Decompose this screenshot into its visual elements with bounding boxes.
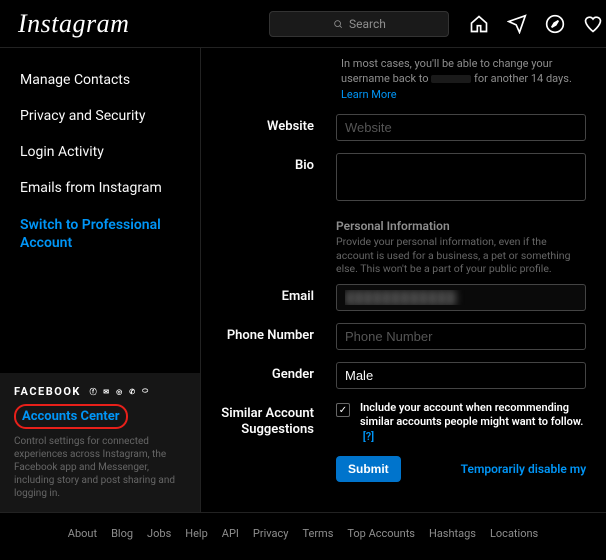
footer-blog[interactable]: Blog [111,527,133,540]
label-gender: Gender [211,362,336,382]
facebook-title-text: FACEBOOK [14,385,81,398]
personal-info-desc: Provide your personal information, even … [336,235,586,276]
footer-terms[interactable]: Terms [302,527,333,540]
submit-button[interactable]: Submit [336,456,401,482]
top-header: Instagram Search [0,0,606,48]
facebook-title: FACEBOOK ⓕ ✉ ◎ ✆ ⬭ [14,385,186,398]
label-email: Email [211,284,336,304]
search-placeholder: Search [349,17,386,31]
similar-check-label: Include your account when recommending s… [360,401,586,444]
messages-icon[interactable] [507,14,527,34]
facebook-box: FACEBOOK ⓕ ✉ ◎ ✆ ⬭ Accounts Center Contr… [0,373,200,512]
similar-help-link[interactable]: [?] [363,430,374,443]
sidebar-item-login-activity[interactable]: Login Activity [20,134,200,170]
accounts-center-link[interactable]: Accounts Center [14,404,128,429]
footer-locations[interactable]: Locations [490,527,538,540]
footer-links: About Blog Jobs Help API Privacy Terms T… [0,512,606,554]
explore-icon[interactable] [545,14,565,34]
similar-text: Include your account when recommending s… [360,401,583,428]
footer-api[interactable]: API [222,527,239,540]
personal-info-title: Personal Information [336,219,586,233]
settings-sidebar: Manage Contacts Privacy and Security Log… [0,48,200,512]
search-container: Search [269,11,449,37]
main-area: Manage Contacts Privacy and Security Log… [0,48,606,512]
label-bio: Bio [211,153,336,173]
footer-about[interactable]: About [68,527,97,540]
search-input[interactable]: Search [269,11,449,37]
sidebar-item-switch-professional[interactable]: Switch to Professional Account [20,206,200,262]
learn-more-link[interactable]: Learn More [341,88,397,101]
disable-account-link[interactable]: Temporarily disable my [461,462,586,476]
fb-icon: ⓕ [89,387,99,397]
bio-input[interactable] [336,153,586,201]
similar-checkbox[interactable]: ✓ [336,403,350,417]
row-phone: Phone Number [211,323,586,350]
row-gender: Gender [211,362,586,389]
facebook-desc: Control settings for connected experienc… [14,435,186,500]
email-input[interactable] [336,284,586,311]
row-website: Website [211,114,586,141]
row-similar: Similar Account Suggestions ✓ Include yo… [211,401,586,444]
footer-help[interactable]: Help [185,527,208,540]
sidebar-item-emails[interactable]: Emails from Instagram [20,170,200,206]
row-email: Email [211,284,586,311]
label-similar: Similar Account Suggestions [211,401,336,437]
footer-privacy[interactable]: Privacy [253,527,289,540]
label-phone: Phone Number [211,323,336,343]
footer-top-accounts[interactable]: Top Accounts [347,527,415,540]
instagram-logo[interactable]: Instagram [18,9,129,39]
oculus-icon: ⬭ [141,387,151,397]
facebook-product-icons: ⓕ ✉ ◎ ✆ ⬭ [89,387,151,397]
label-website: Website [211,114,336,134]
home-icon[interactable] [469,14,489,34]
footer-jobs[interactable]: Jobs [147,527,171,540]
whatsapp-icon: ✆ [128,387,138,397]
nav-icons [469,14,606,34]
phone-input[interactable] [336,323,586,350]
edit-profile-form: In most cases, you'll be able to change … [200,48,606,512]
personal-info-section: Personal Information Provide your person… [211,219,586,276]
similar-check-row: ✓ Include your account when recommending… [336,401,586,444]
note-post: for another 14 days. [474,72,572,85]
ig-icon: ◎ [115,387,125,397]
footer-hashtags[interactable]: Hashtags [429,527,476,540]
search-icon [333,19,343,29]
row-bio: Bio [211,153,586,205]
sidebar-item-privacy[interactable]: Privacy and Security [20,98,200,134]
website-input[interactable] [336,114,586,141]
heart-icon[interactable] [583,14,603,34]
sidebar-item-contacts[interactable]: Manage Contacts [20,62,200,98]
messenger-icon: ✉ [102,387,112,397]
redacted-username [431,75,471,83]
form-actions: Submit Temporarily disable my [211,456,586,482]
gender-input[interactable] [336,362,586,389]
username-note: In most cases, you'll be able to change … [211,56,586,114]
